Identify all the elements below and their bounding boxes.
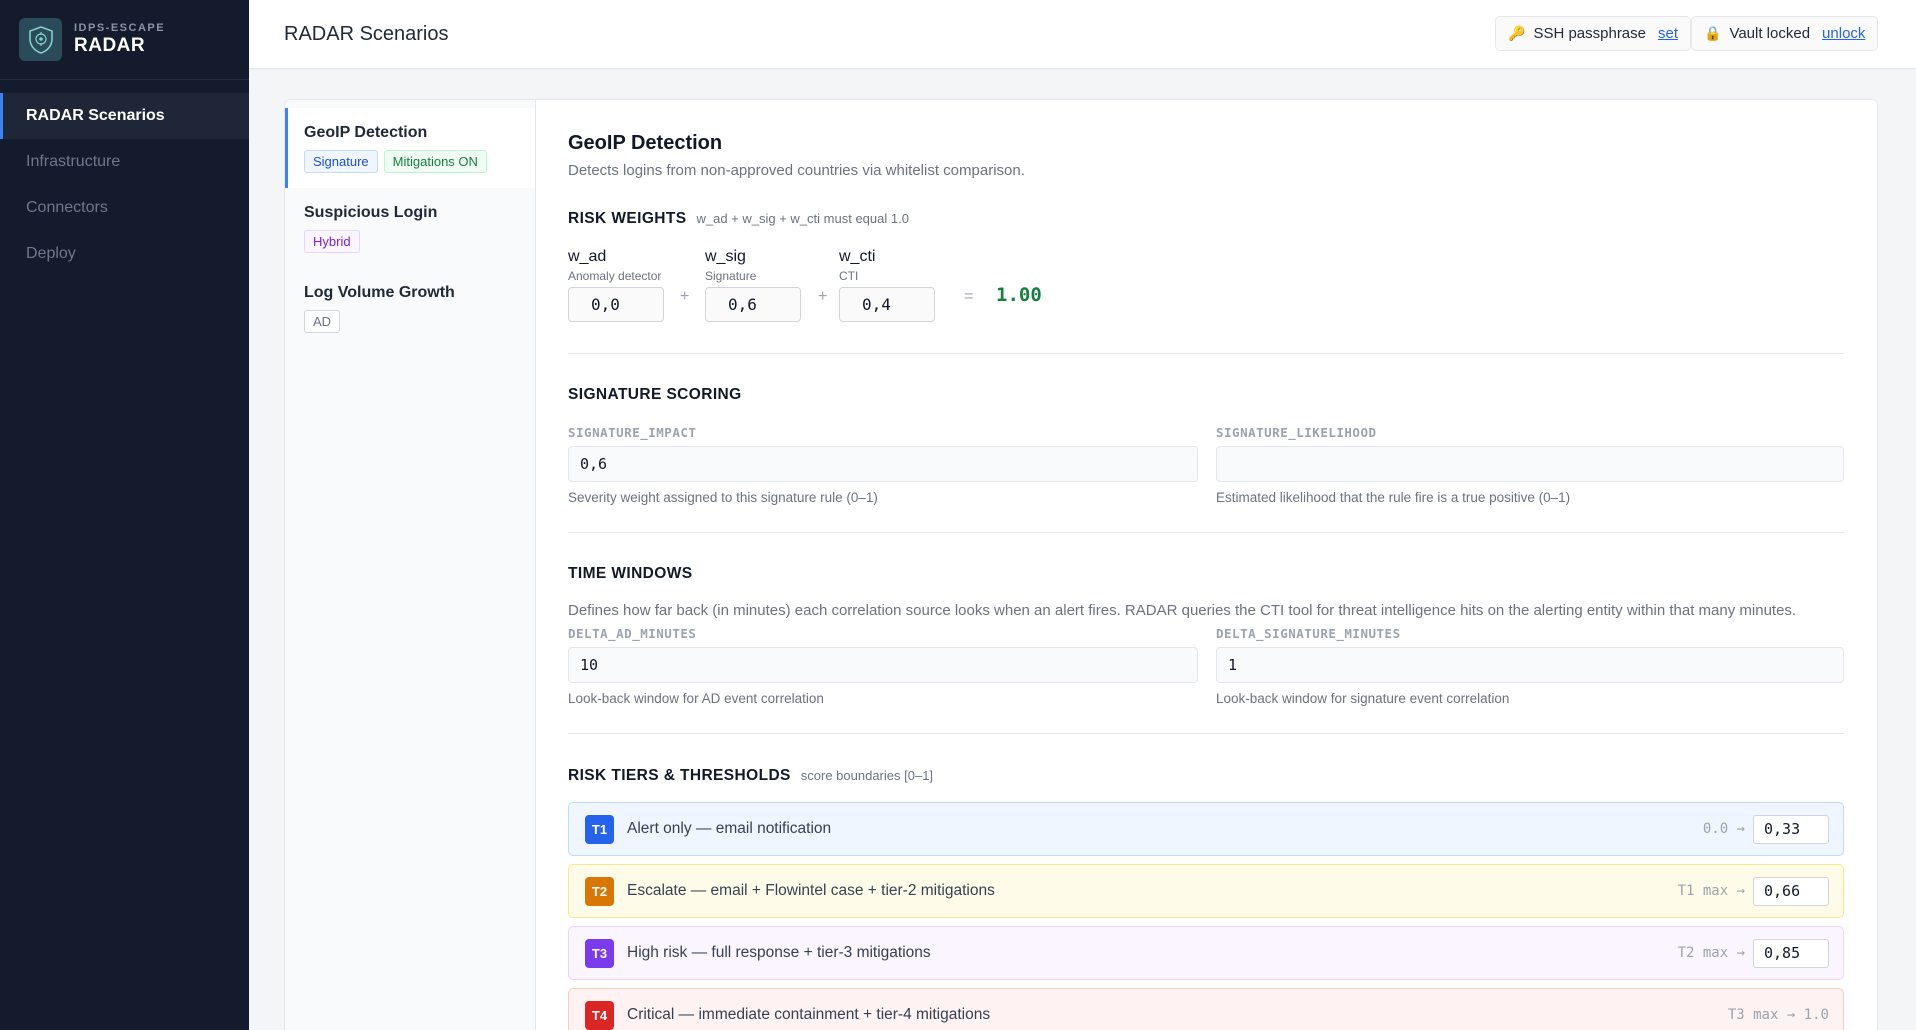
scenario-name: Suspicious Login [304,204,438,221]
tier-description: Alert only — email notification [627,820,832,837]
risk-tiers-title: RISK TIERS & THRESHOLDS [568,767,791,784]
key-icon: 🔑 [1508,25,1526,41]
tier-t1-max-input[interactable]: 0,33 [1753,814,1829,844]
time-windows-description: Defines how far back (in minutes) each c… [568,602,1797,619]
w-sig-input[interactable]: 0,6 [705,287,801,322]
vault-status-label: Vault locked [1729,25,1811,42]
weight-w-cti: w_cti CTI 0,4 [839,248,935,322]
sidebar-item-infrastructure[interactable]: Infrastructure [0,139,249,185]
tag-mitigations-on: Mitigations ON [383,150,487,173]
signature-impact-help: Severity weight assigned to this signatu… [568,490,878,505]
brand: IDPS-ESCAPE RADAR [0,0,249,80]
vault-status: 🔒 Vault locked unlock [1691,16,1879,51]
tier-row-t3: T3 High risk — full response + tier-3 mi… [568,926,1844,980]
scenario-name: GeoIP Detection [304,124,428,141]
ssh-passphrase-set-link[interactable]: set [1658,25,1678,42]
w-cti-input[interactable]: 0,4 [839,287,935,322]
vault-unlock-link[interactable]: unlock [1822,25,1865,42]
tag-ad: AD [304,310,341,333]
tier-range-start: T1 max → [1677,883,1745,899]
tier-badge: T1 [585,814,614,844]
tier-t2-max-input[interactable]: 0,66 [1753,876,1829,906]
divider [568,532,1844,533]
w-ad-input[interactable]: 0,0 [568,287,664,322]
tier-row-t4: T4 Critical — immediate containment + ti… [568,988,1844,1030]
tier-badge: T4 [585,1000,614,1030]
scenario-list: GeoIP Detection Signature Mitigations ON… [285,100,536,1030]
page-title: RADAR Scenarios [284,23,449,45]
weight-subtitle: Anomaly detector [568,269,662,283]
shield-icon [19,18,62,61]
tier-row-t2: T2 Escalate — email + Flowintel case + t… [568,864,1844,918]
scenario-detail: GeoIP Detection Detects logins from non-… [568,100,1844,1030]
ssh-passphrase-status: 🔑 SSH passphrase set [1495,16,1692,51]
lock-icon: 🔒 [1704,25,1722,41]
plus-sign: + [680,288,690,305]
signature-impact-input[interactable]: 0,6 [568,446,1198,482]
risk-tiers-heading: RISK TIERS & THRESHOLDS score boundaries … [568,767,933,785]
signature-likelihood-label: SIGNATURE_LIKELIHOOD [1216,425,1377,440]
delta-ad-minutes-input[interactable]: 10 [568,647,1198,683]
weight-subtitle: CTI [839,269,859,283]
ssh-passphrase-label: SSH passphrase [1533,25,1646,42]
brand-subtitle: IDPS-ESCAPE [74,22,166,34]
weights-sum: 1.00 [996,284,1042,306]
delta-ad-minutes-label: DELTA_AD_MINUTES [568,626,697,641]
weight-w-sig: w_sig Signature 0,6 [705,248,801,322]
signature-likelihood-help: Estimated likelihood that the rule fire … [1216,490,1571,505]
delta-signature-minutes-help: Look-back window for signature event cor… [1216,691,1510,706]
weight-name: w_sig [705,248,746,265]
scenario-card: GeoIP Detection Signature Mitigations ON… [284,99,1878,1030]
tier-badge: T2 [585,876,614,906]
weight-subtitle: Signature [705,269,757,283]
delta-signature-minutes-label: DELTA_SIGNATURE_MINUTES [1216,626,1401,641]
tier-description: High risk — full response + tier-3 mitig… [627,944,931,961]
tag-signature: Signature [304,150,378,173]
delta-ad-minutes-help: Look-back window for AD event correlatio… [568,691,824,706]
divider [568,733,1844,734]
plus-sign: + [818,288,828,305]
signature-scoring-title: SIGNATURE SCORING [568,386,742,403]
risk-weights-heading: RISK WEIGHTS w_ad + w_sig + w_cti must eq… [568,210,909,228]
tier-description: Critical — immediate containment + tier-… [627,1006,991,1023]
weight-name: w_ad [568,248,607,265]
scenario-name: Log Volume Growth [304,284,455,301]
tier-row-t1: T1 Alert only — email notification 0.0 →… [568,802,1844,856]
tier-badge: T3 [585,938,614,968]
scenario-item-suspicious-login[interactable]: Suspicious Login Hybrid [285,188,535,268]
tier-range: T3 max → 1.0 [1727,1007,1829,1023]
time-windows-title: TIME WINDOWS [568,565,693,582]
signature-likelihood-input[interactable] [1216,446,1844,482]
tier-t3-max-input[interactable]: 0,85 [1753,938,1829,968]
detail-title: GeoIP Detection [568,132,723,154]
tag-hybrid: Hybrid [304,230,360,253]
sidebar-item-connectors[interactable]: Connectors [0,185,249,231]
detail-description: Detects logins from non-approved countri… [568,162,1025,179]
scenario-item-log-volume-growth[interactable]: Log Volume Growth AD [285,268,535,348]
risk-weights-hint: w_ad + w_sig + w_cti must equal 1.0 [696,211,909,226]
scenario-item-geoip-detection[interactable]: GeoIP Detection Signature Mitigations ON [285,108,535,188]
risk-tiers-hint: score boundaries [0–1] [800,768,934,783]
tier-description: Escalate — email + Flowintel case + tier… [627,882,995,899]
divider [568,353,1844,354]
sidebar-item-radar-scenarios[interactable]: RADAR Scenarios [0,93,249,139]
equals-sign: = [964,288,974,305]
sidebar-nav: RADAR Scenarios Infrastructure Connector… [0,93,249,277]
tier-range-start: T2 max → [1677,945,1745,961]
sidebar: IDPS-ESCAPE RADAR RADAR Scenarios Infras… [0,0,249,1030]
signature-impact-label: SIGNATURE_IMPACT [568,425,697,440]
weight-w-ad: w_ad Anomaly detector 0,0 [568,248,664,322]
header: RADAR Scenarios 🔑 SSH passphrase set 🔒 V… [249,0,1916,69]
sidebar-item-deploy[interactable]: Deploy [0,231,249,277]
delta-signature-minutes-input[interactable]: 1 [1216,647,1844,683]
brand-title: RADAR [74,35,146,56]
risk-weights-title: RISK WEIGHTS [568,210,687,227]
weight-name: w_cti [839,248,876,265]
tier-range-start: 0.0 → [1702,821,1745,837]
